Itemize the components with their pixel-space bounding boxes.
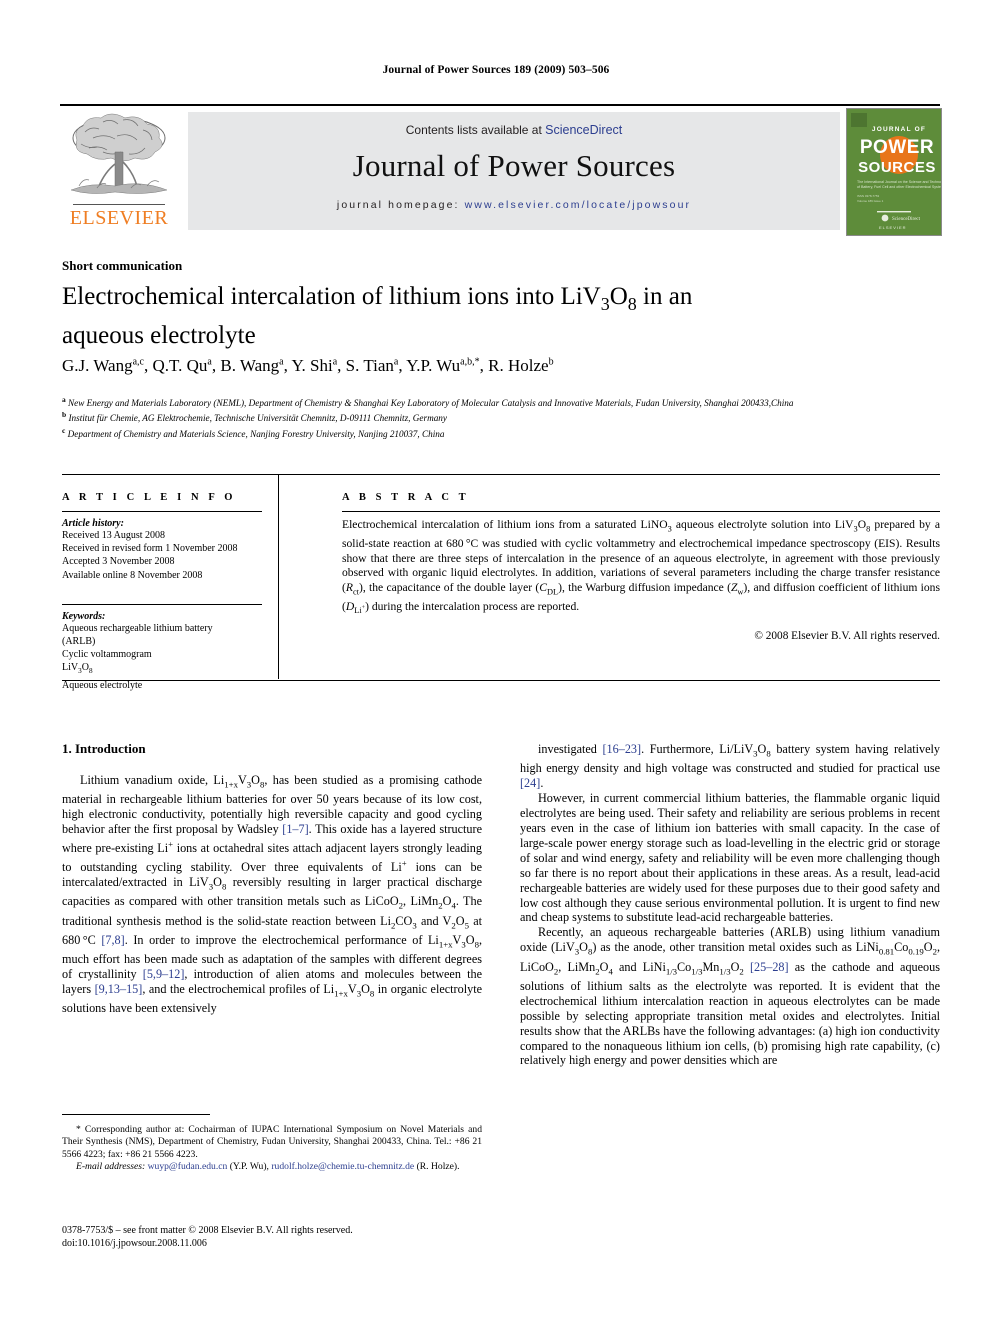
article-history-label: Article history: — [62, 518, 124, 529]
doi-line: doi:10.1016/j.jpowsour.2008.11.006 — [62, 1238, 207, 1249]
paper-page: Journal of Power Sources 189 (2009) 503–… — [0, 0, 992, 1323]
svg-text:JOURNAL OF: JOURNAL OF — [872, 126, 926, 133]
journal-title: Journal of Power Sources — [352, 148, 676, 183]
article-info-rule — [62, 511, 262, 512]
svg-text:The International Journal on t: The International Journal on the Science… — [857, 180, 941, 184]
homepage-link[interactable]: www.elsevier.com/locate/jpowsour — [465, 199, 692, 211]
article-info-column: A R T I C L E I N F O Article history: R… — [62, 492, 262, 692]
body-column-left: 1. Introduction Lithium vanadium oxide, … — [62, 741, 483, 1016]
running-head: Journal of Power Sources 189 (2009) 503–… — [382, 64, 610, 76]
elsevier-logo: ELSEVIER — [60, 112, 178, 230]
article-history-item: Available online 8 November 2008 — [62, 569, 203, 581]
keywords-label: Keywords: — [62, 610, 106, 622]
article-type-label: Short communication — [62, 258, 183, 273]
elsevier-divider — [73, 204, 165, 205]
author-list: G.J. Wanga,c, Q.T. Qua, B. Wanga, Y. Shi… — [62, 356, 554, 375]
keywords-list: Aqueous rechargeable lithium battery (ARL… — [62, 622, 213, 691]
svg-text:Volume 189 Issue 1: Volume 189 Issue 1 — [857, 199, 884, 203]
contents-prefix: Contents lists available at — [405, 123, 546, 137]
contents-available-line: Contents lists available at ScienceDirec… — [188, 112, 840, 137]
paragraph: Recently, an aqueous rechargeable batter… — [520, 925, 940, 1068]
imprint-block: 0378-7753/$ – see front matter © 2008 El… — [62, 1224, 522, 1250]
homepage-prefix: journal homepage: — [336, 199, 465, 211]
svg-text:ScienceDirect: ScienceDirect — [892, 217, 921, 222]
article-history-item: Received in revised form 1 November 2008 — [62, 543, 238, 555]
svg-text:ELSEVIER: ELSEVIER — [879, 225, 907, 230]
affiliation-list: a New Energy and Materials Laboratory (N… — [62, 395, 794, 439]
journal-cover-thumbnail: JOURNAL OF POWER SOURCES The Internation… — [846, 108, 942, 236]
sciencedirect-link[interactable]: ScienceDirect — [545, 123, 622, 137]
article-info-heading: A R T I C L E I N F O — [62, 492, 237, 503]
svg-text:SOURCES: SOURCES — [858, 159, 936, 176]
svg-text:of Battery, Fuel Cell and othe: of Battery, Fuel Cell and other Electroc… — [857, 185, 941, 189]
abstract-body: Electrochemical intercalation of lithium… — [342, 518, 940, 615]
section-heading-introduction: 1. Introduction — [62, 741, 146, 756]
abstract-copyright: © 2008 Elsevier B.V. All rights reserved… — [754, 629, 940, 642]
article-history-item: Received 13 August 2008 — [62, 530, 166, 541]
page-title: Electrochemical intercalation of lithium… — [62, 283, 693, 349]
paragraph: Lithium vanadium oxide, Li1+xV3O8, has b… — [62, 772, 483, 1016]
elsevier-wordmark: ELSEVIER — [69, 207, 169, 229]
elsevier-tree-icon — [70, 113, 168, 194]
footnote-block: * Corresponding author at: Cochairman of… — [62, 1124, 482, 1174]
journal-masthead: ELSEVIER Contents lists available at Sci… — [60, 104, 942, 236]
cover-art: JOURNAL OF POWER SOURCES The Internation… — [847, 109, 941, 235]
abstract-column: A B S T R A C T Electrochemical intercal… — [342, 492, 940, 642]
journal-homepage-line: journal homepage: www.elsevier.com/locat… — [188, 199, 840, 211]
keywords-rule — [62, 603, 262, 605]
svg-text:ISSN 0378-7753: ISSN 0378-7753 — [857, 194, 880, 198]
paragraph: However, in current commercial lithium b… — [520, 791, 940, 925]
masthead-banner: Contents lists available at ScienceDirec… — [188, 112, 840, 230]
corresponding-author-note: * Corresponding author at: Cochairman of… — [62, 1124, 482, 1160]
abstract-rule — [342, 511, 940, 512]
body-column-right: investigated [16–23]. Furthermore, Li/Li… — [520, 742, 940, 1068]
band-column-divider — [278, 474, 279, 679]
email-addresses-note: E-mail addresses: wuyp@fudan.edu.cn (Y.P… — [76, 1161, 460, 1173]
issn-copyright-line: 0378-7753/$ – see front matter © 2008 El… — [62, 1225, 353, 1236]
paragraph: investigated [16–23]. Furthermore, Li/Li… — [520, 742, 940, 791]
abstract-heading: A B S T R A C T — [342, 492, 470, 503]
footnote-rule — [62, 1114, 210, 1115]
svg-text:POWER: POWER — [860, 137, 934, 158]
article-history-item: Accepted 3 November 2008 — [62, 556, 175, 568]
